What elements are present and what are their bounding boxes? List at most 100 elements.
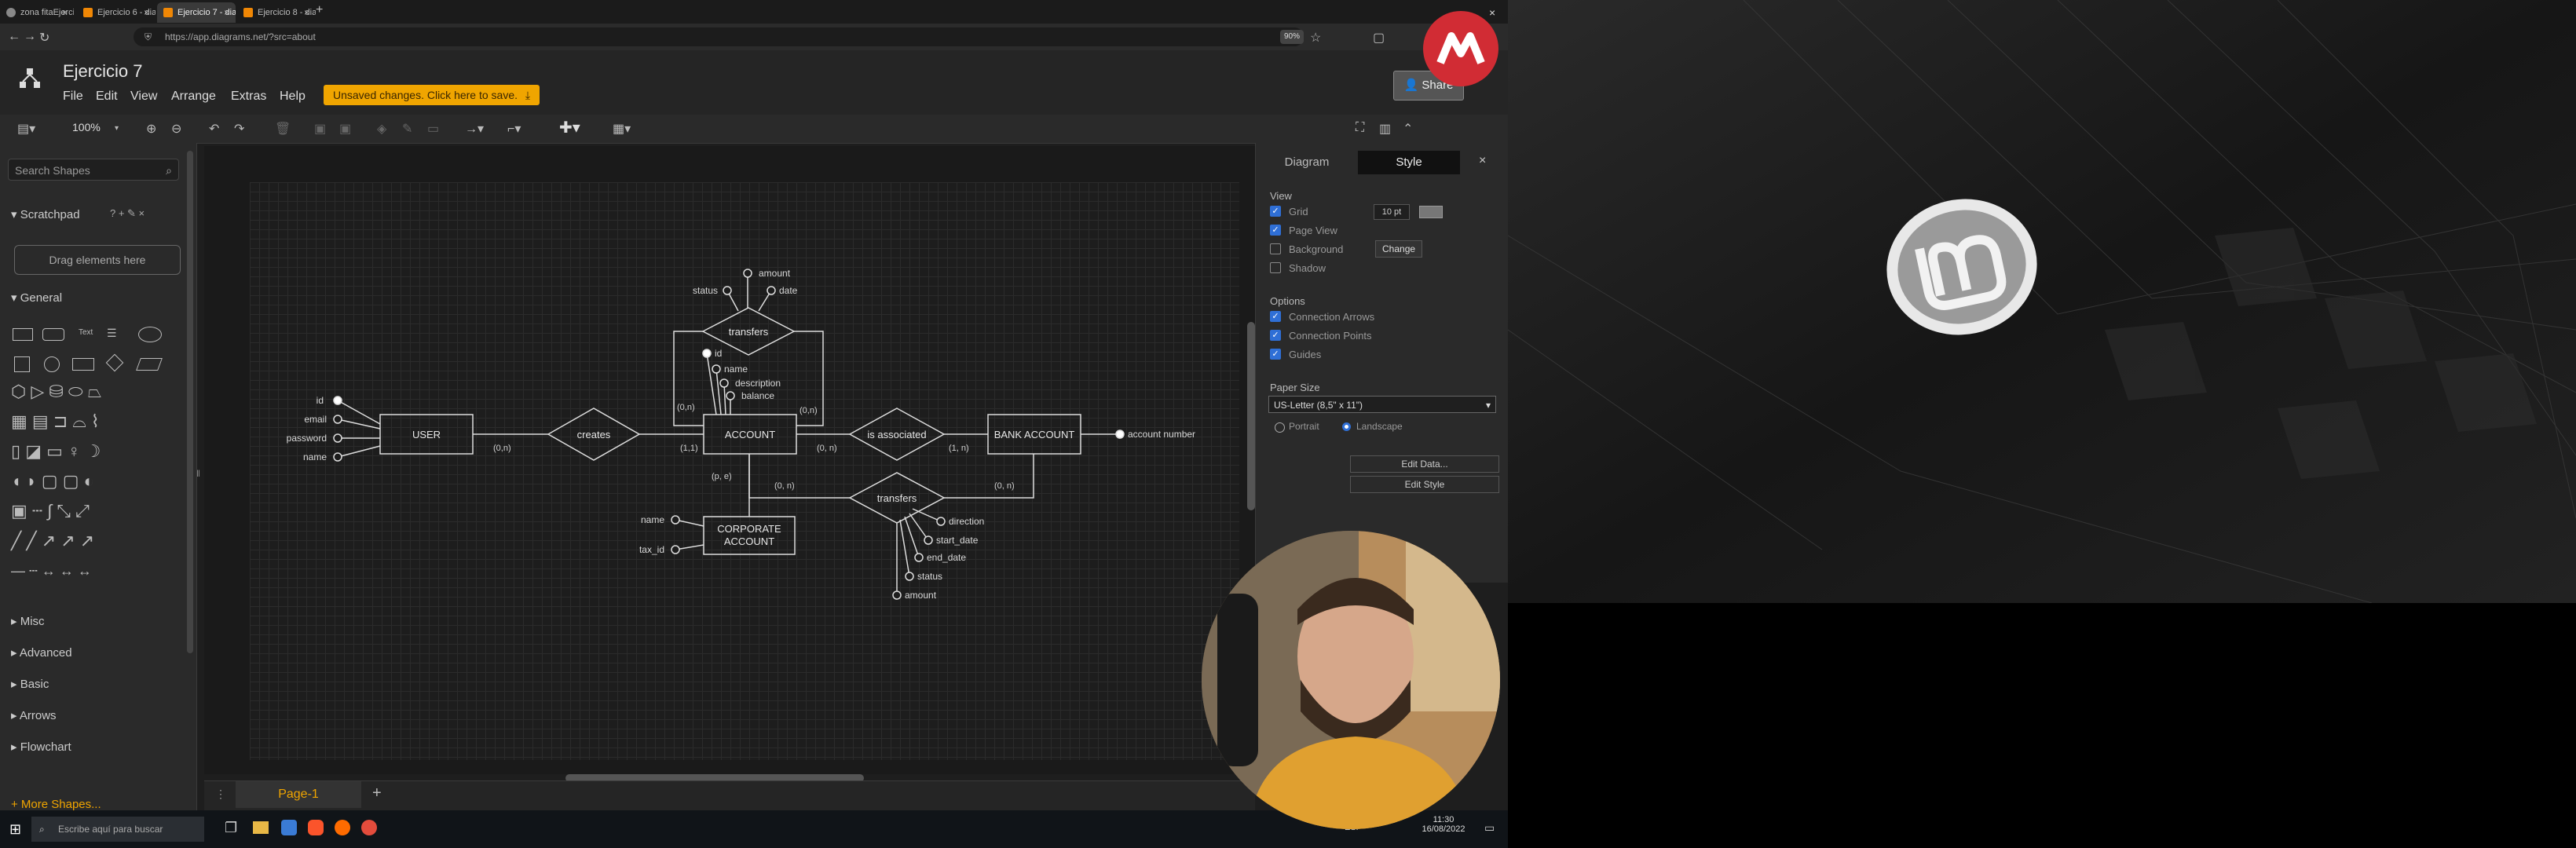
close-icon[interactable]: × xyxy=(1479,154,1486,168)
webcam-overlay xyxy=(1202,531,1500,829)
chrome-icon[interactable] xyxy=(361,820,377,835)
tab-diagram[interactable]: Diagram xyxy=(1256,151,1358,174)
attribute-label: id xyxy=(715,348,722,359)
tab-style[interactable]: Style xyxy=(1358,151,1460,174)
window-close-icon[interactable]: × xyxy=(1489,6,1495,19)
shadow-checkbox[interactable] xyxy=(1270,262,1281,273)
format-panel: Diagram Style × View ✓ Grid 10 pt ✓ Page… xyxy=(1255,143,1508,583)
options-heading: Options xyxy=(1270,295,1305,307)
connection-arrows-checkbox[interactable]: ✓ xyxy=(1270,311,1281,322)
background-checkbox[interactable] xyxy=(1270,243,1281,254)
cardinality-label: (0, n) xyxy=(817,444,837,453)
windows-start-icon[interactable]: ⊞ xyxy=(9,821,21,838)
transfers-bottom-label: transfers xyxy=(877,492,917,504)
canvas-vertical-scrollbar[interactable] xyxy=(1247,322,1255,510)
attribute-marker[interactable] xyxy=(914,553,924,562)
edge[interactable] xyxy=(944,454,1034,499)
attribute-marker[interactable] xyxy=(936,517,946,526)
landscape-radio[interactable] xyxy=(1342,422,1351,431)
corporate-entity-label: CORPORATE xyxy=(717,523,781,535)
taskbar-search-input[interactable]: ⌕ Escribe aquí para buscar xyxy=(31,817,204,842)
attribute-marker[interactable] xyxy=(719,378,729,388)
grid-color-swatch[interactable] xyxy=(1419,206,1443,218)
attribute-label: status xyxy=(693,285,718,296)
brave-browser-icon[interactable] xyxy=(308,820,324,835)
page-view-checkbox[interactable]: ✓ xyxy=(1270,225,1281,236)
attribute-marker[interactable] xyxy=(333,452,342,462)
attribute-label: name xyxy=(724,364,748,375)
attribute-label: direction xyxy=(949,516,984,527)
cardinality-label: (1,1) xyxy=(680,444,698,453)
attribute-marker[interactable] xyxy=(723,286,732,295)
clock[interactable]: 11:30 16/08/2022 xyxy=(1420,815,1467,834)
edge[interactable] xyxy=(748,454,850,499)
attr-edge xyxy=(337,445,381,458)
channel-logo-icon xyxy=(1436,32,1485,64)
task-view-icon[interactable]: ❐ xyxy=(225,820,237,836)
pages-menu-icon[interactable]: ⋮ xyxy=(215,788,226,801)
attribute-label: account number xyxy=(1128,429,1195,440)
guides-checkbox[interactable]: ✓ xyxy=(1270,349,1281,360)
notifications-icon[interactable]: ▭ xyxy=(1484,821,1495,835)
grid-checkbox[interactable]: ✓ xyxy=(1270,206,1281,217)
connection-arrows-label: Connection Arrows xyxy=(1289,311,1375,323)
attribute-label: id xyxy=(317,395,324,406)
attribute-label: password xyxy=(287,433,327,444)
attribute-label: name xyxy=(303,451,327,462)
grid-size-input[interactable]: 10 pt xyxy=(1374,204,1410,220)
shadow-label: Shadow xyxy=(1289,262,1326,274)
creates-label: creates xyxy=(577,429,611,440)
windows-taskbar: ⊞ ⌕ Escribe aquí para buscar ❐ ESP 11:30… xyxy=(0,810,1508,848)
attr-edge xyxy=(899,519,910,577)
user-entity-label: USER xyxy=(412,429,441,440)
attribute-marker[interactable] xyxy=(712,364,721,374)
wallpaper-pattern xyxy=(1508,0,2576,603)
cardinality-label: (0,n) xyxy=(677,403,695,412)
firefox-icon[interactable] xyxy=(335,820,350,835)
add-page-button[interactable]: + xyxy=(372,784,382,802)
channel-logo xyxy=(1423,11,1498,86)
background-label: Background xyxy=(1289,243,1344,255)
page-tab[interactable]: Page-1 xyxy=(236,781,361,808)
file-explorer-icon[interactable] xyxy=(253,821,269,834)
attribute-marker[interactable] xyxy=(924,535,933,545)
attribute-label: email xyxy=(304,414,327,425)
edit-data-button[interactable]: Edit Data... xyxy=(1350,455,1499,473)
key-attribute-marker[interactable] xyxy=(1115,429,1125,439)
attribute-label: date xyxy=(779,285,798,296)
landscape-label: Landscape xyxy=(1356,421,1403,432)
key-attribute-marker[interactable] xyxy=(333,396,342,405)
clock-date: 16/08/2022 xyxy=(1422,824,1465,834)
attribute-label: name xyxy=(641,514,664,525)
attribute-label: tax_id xyxy=(639,544,664,555)
portrait-label: Portrait xyxy=(1289,421,1319,432)
presenter-video-icon xyxy=(1202,531,1500,829)
attribute-marker[interactable] xyxy=(333,433,342,443)
cardinality-label: (0, n) xyxy=(774,481,795,491)
change-background-button[interactable]: Change xyxy=(1375,240,1423,258)
paper-size-select[interactable]: US-Letter (8,5" x 11") ▾ xyxy=(1268,396,1496,413)
attribute-marker[interactable] xyxy=(726,391,735,400)
attribute-label: balance xyxy=(741,390,774,401)
mail-icon[interactable] xyxy=(281,820,297,835)
paper-size-value: US-Letter (8,5" x 11") xyxy=(1274,400,1363,411)
cardinality-label: (0, n) xyxy=(994,481,1015,491)
edit-style-button[interactable]: Edit Style xyxy=(1350,476,1499,493)
attribute-marker[interactable] xyxy=(743,269,752,278)
cardinality-label: (0,n) xyxy=(493,444,511,453)
attribute-marker[interactable] xyxy=(905,572,914,581)
attribute-marker[interactable] xyxy=(333,415,342,424)
attribute-marker[interactable] xyxy=(767,286,776,295)
collapse-sidebar-handle[interactable]: ‖ xyxy=(196,468,204,482)
desktop-wallpaper xyxy=(1508,0,2576,603)
attribute-marker[interactable] xyxy=(671,515,680,525)
portrait-radio[interactable] xyxy=(1275,422,1285,433)
taskbar-search-placeholder: Escribe aquí para buscar xyxy=(58,824,163,835)
attribute-marker[interactable] xyxy=(671,545,680,554)
connection-points-checkbox[interactable]: ✓ xyxy=(1270,330,1281,341)
attribute-marker[interactable] xyxy=(892,590,902,600)
cardinality-label: (p, e) xyxy=(712,472,732,481)
paper-size-heading: Paper Size xyxy=(1270,382,1320,393)
recorded-screen: zona fitaEjercicios al ma... × Ejercicio… xyxy=(0,0,1508,848)
key-attribute-marker[interactable] xyxy=(702,349,712,358)
